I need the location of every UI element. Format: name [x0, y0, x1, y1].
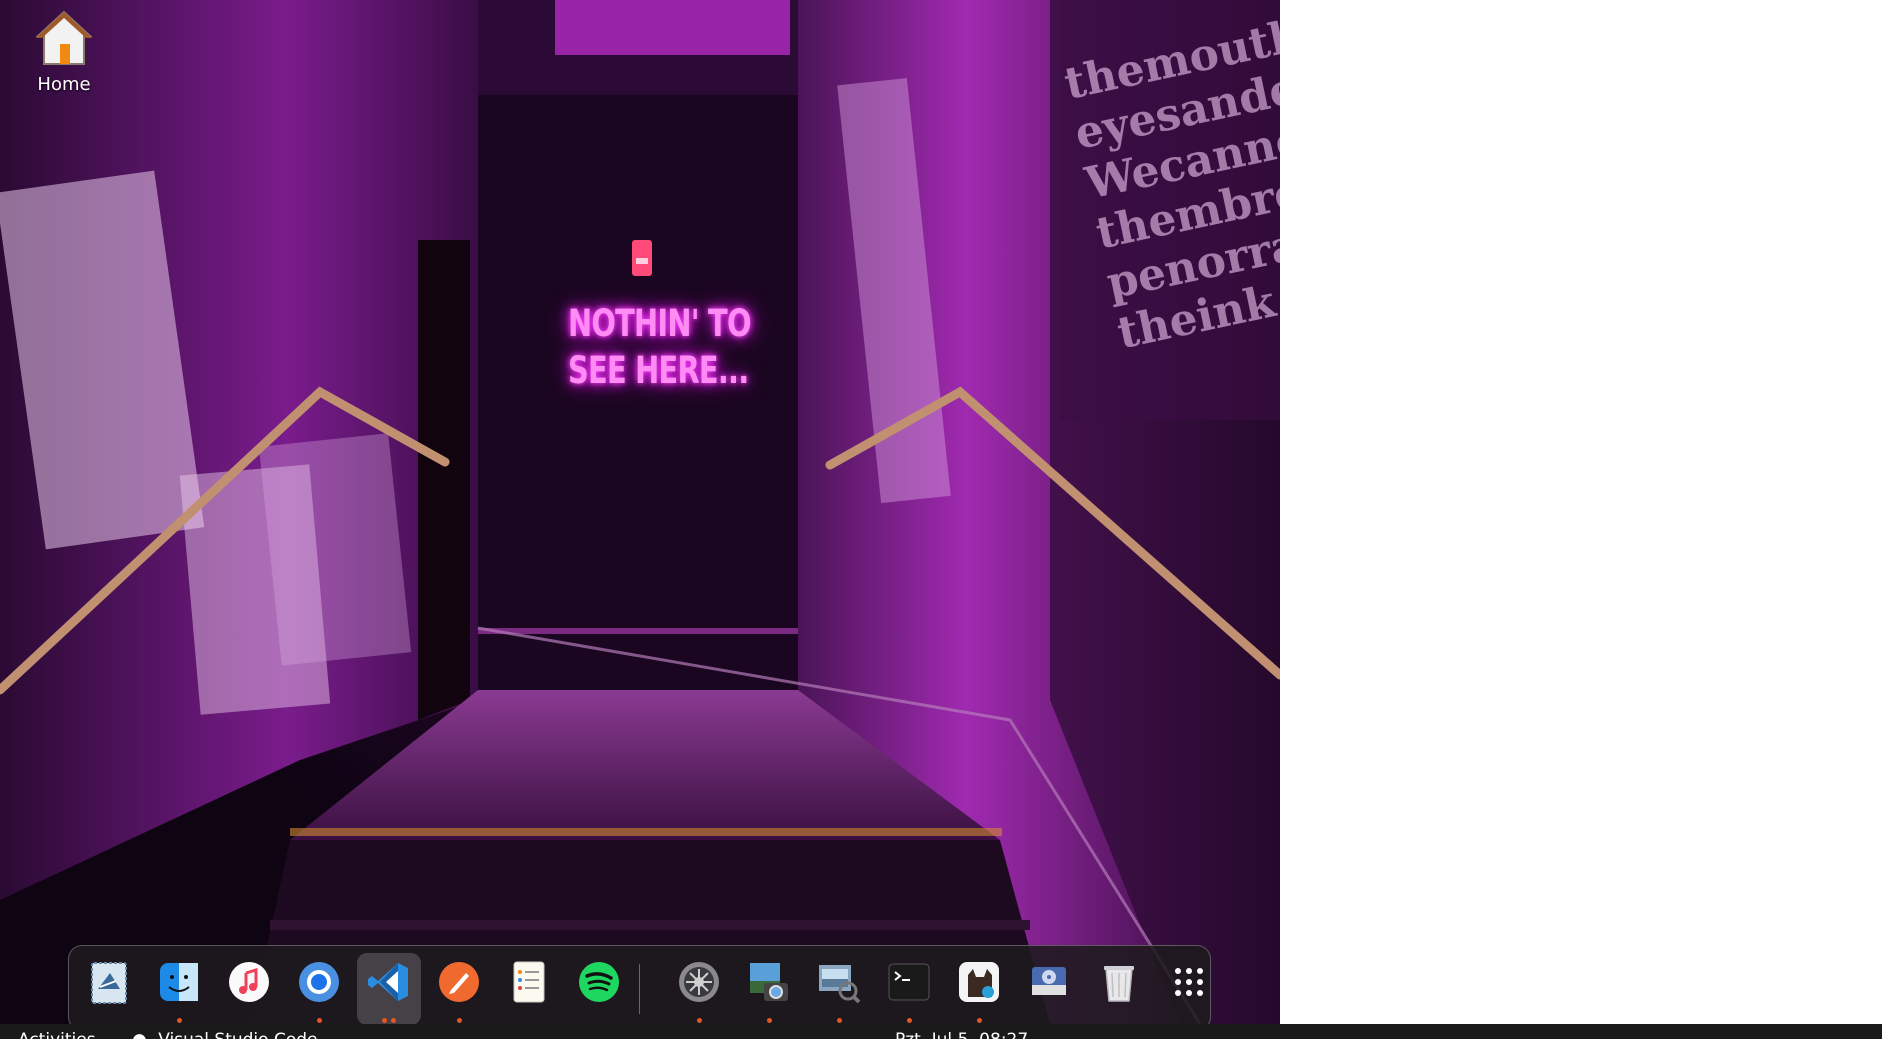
dock-item-preview[interactable]	[807, 953, 871, 1025]
clock[interactable]: Pzt, Jul 5, 08:27	[895, 1030, 1028, 1039]
terminal-icon	[888, 963, 930, 1001]
running-indicator	[391, 1018, 396, 1023]
neon-sign-line-1: NOTHIN' TO	[568, 302, 752, 345]
dock-item-disk[interactable]	[1017, 953, 1081, 1025]
running-indicator	[696, 1018, 702, 1023]
photo-camera-icon	[750, 963, 788, 1001]
desktop-screen: themouths eyesandea Wecannotie thembreakt pe…	[0, 0, 1882, 1039]
running-indicator	[836, 1018, 842, 1023]
running-indicator	[766, 1018, 772, 1023]
dock-item-trash[interactable]	[1087, 953, 1151, 1025]
desktop-icon-home[interactable]: Home	[18, 8, 110, 95]
top-bar: Activities ● Visual Studio Code Pzt, Jul…	[0, 1024, 1882, 1039]
dock-item-app-store-cat[interactable]	[947, 953, 1011, 1025]
dock-item-notes[interactable]	[497, 953, 561, 1025]
pen-tool-icon	[439, 962, 479, 1002]
hard-disk-icon	[1032, 967, 1066, 995]
wallpaper: themouths eyesandea Wecannotie thembreakt pe…	[0, 0, 1280, 1024]
notes-list-icon	[513, 961, 545, 1003]
dock-item-finder[interactable]	[147, 953, 211, 1025]
dock-item-apps-grid[interactable]	[1157, 953, 1221, 1025]
running-indicator	[906, 1018, 912, 1023]
activities-button[interactable]: Activities	[18, 1030, 96, 1039]
chrome-icon	[299, 962, 339, 1002]
running-indicator	[382, 1018, 387, 1023]
neon-sign-line-2: SEE HERE...	[568, 349, 749, 392]
dock	[68, 945, 1211, 1031]
dock-item-chrome[interactable]	[287, 953, 351, 1025]
trash-icon	[1104, 966, 1134, 1002]
mail-stamp-icon	[91, 962, 127, 1004]
app-grid-icon	[1175, 968, 1203, 996]
spotify-icon	[579, 962, 619, 1002]
running-indicator	[176, 1018, 182, 1023]
dock-item-terminal[interactable]	[877, 953, 941, 1025]
desktop-icon-label: Home	[37, 74, 91, 95]
focused-app-menu[interactable]: ● Visual Studio Code	[132, 1030, 317, 1039]
vscode-icon	[368, 963, 408, 1001]
preview-magnifier-icon	[819, 965, 861, 1004]
music-note-icon	[229, 962, 269, 1002]
running-indicator	[976, 1018, 982, 1023]
running-indicator	[456, 1018, 462, 1023]
running-indicator	[316, 1018, 322, 1023]
finder-icon	[160, 963, 198, 1001]
dock-separator	[639, 964, 640, 1014]
dock-item-photos[interactable]	[737, 953, 801, 1025]
app-menu-icon: ●	[132, 1030, 147, 1039]
settings-gear-icon	[679, 962, 719, 1002]
dock-item-spotify[interactable]	[567, 953, 631, 1025]
focused-app-name: Visual Studio Code	[158, 1030, 317, 1039]
neon-sign: NOTHIN' TO SEE HERE...	[568, 300, 752, 394]
dock-item-vscode[interactable]	[357, 953, 421, 1025]
dock-item-music[interactable]	[217, 953, 281, 1025]
dock-item-settings[interactable]	[667, 953, 731, 1025]
dock-item-pencil[interactable]	[427, 953, 491, 1025]
home-folder-icon	[35, 10, 93, 65]
dock-item-mail[interactable]	[77, 953, 141, 1025]
cat-app-icon	[959, 962, 999, 1002]
